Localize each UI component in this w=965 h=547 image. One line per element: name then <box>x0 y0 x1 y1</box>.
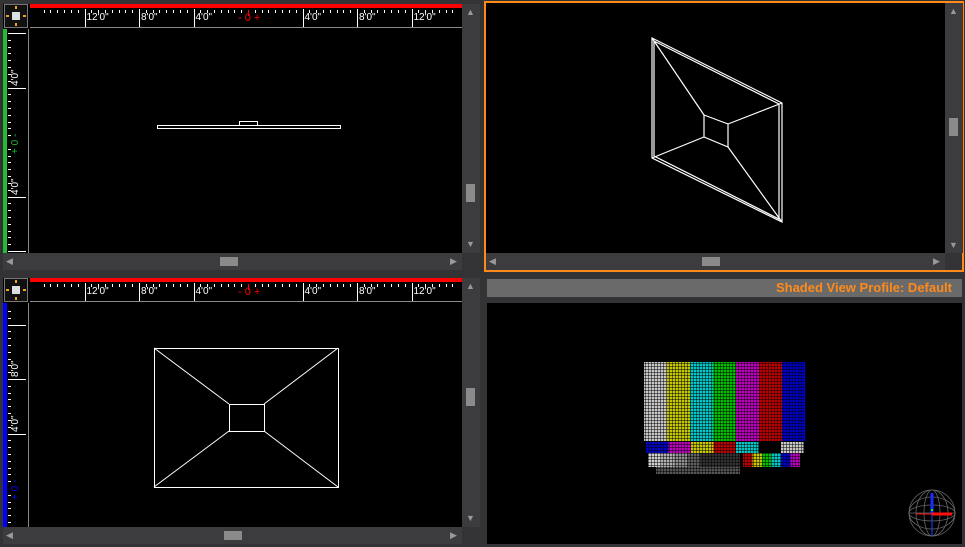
shaded-view-profile-header[interactable]: Shaded View Profile: Default <box>487 279 962 297</box>
shaded-test-pattern <box>644 362 956 537</box>
orientation-gizmo-icon[interactable] <box>908 489 956 537</box>
